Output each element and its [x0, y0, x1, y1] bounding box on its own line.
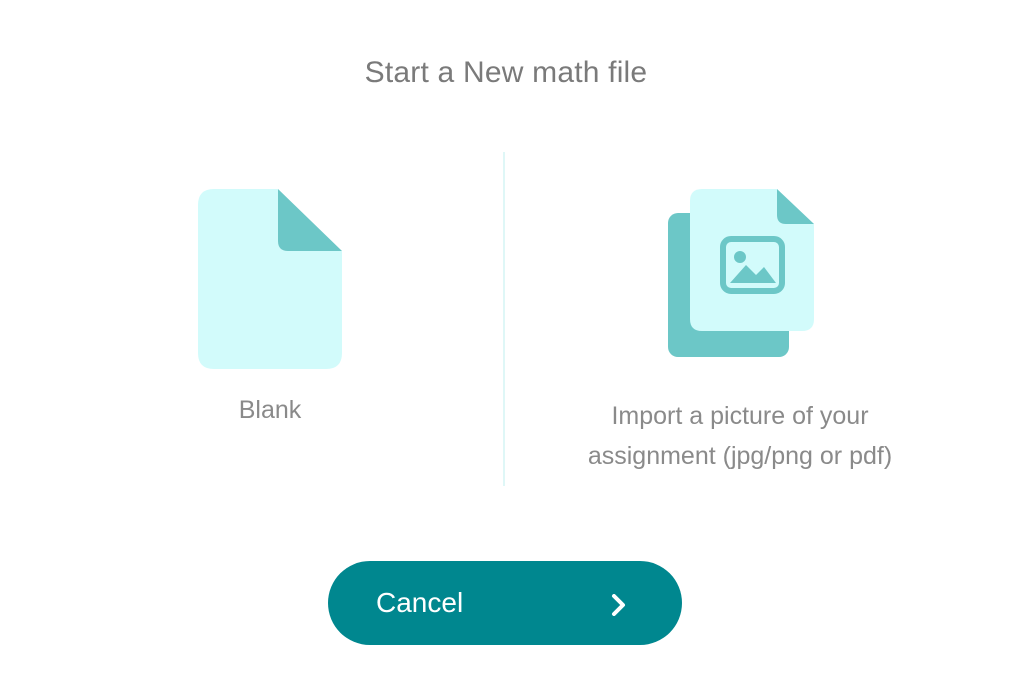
- import-picture-option[interactable]: Import a picture of your assignment (jpg…: [548, 180, 932, 480]
- dialog-title: Start a New math file: [364, 56, 648, 89]
- blank-option-label: Blank: [238, 396, 302, 424]
- cancel-button[interactable]: Cancel: [328, 561, 682, 645]
- import-label-line-2: assignment (jpg/png or pdf): [587, 442, 893, 470]
- import-picture-option-label: Import a picture of your assignment (jpg…: [548, 396, 932, 476]
- option-divider: [503, 152, 505, 486]
- image-document-icon: [668, 189, 814, 357]
- import-label-line-1: Import a picture of your: [611, 402, 869, 430]
- blank-document-icon: [198, 189, 342, 369]
- blank-option[interactable]: Blank: [160, 180, 380, 430]
- chevron-right-icon: [612, 594, 625, 616]
- cancel-button-label: Cancel: [376, 587, 464, 618]
